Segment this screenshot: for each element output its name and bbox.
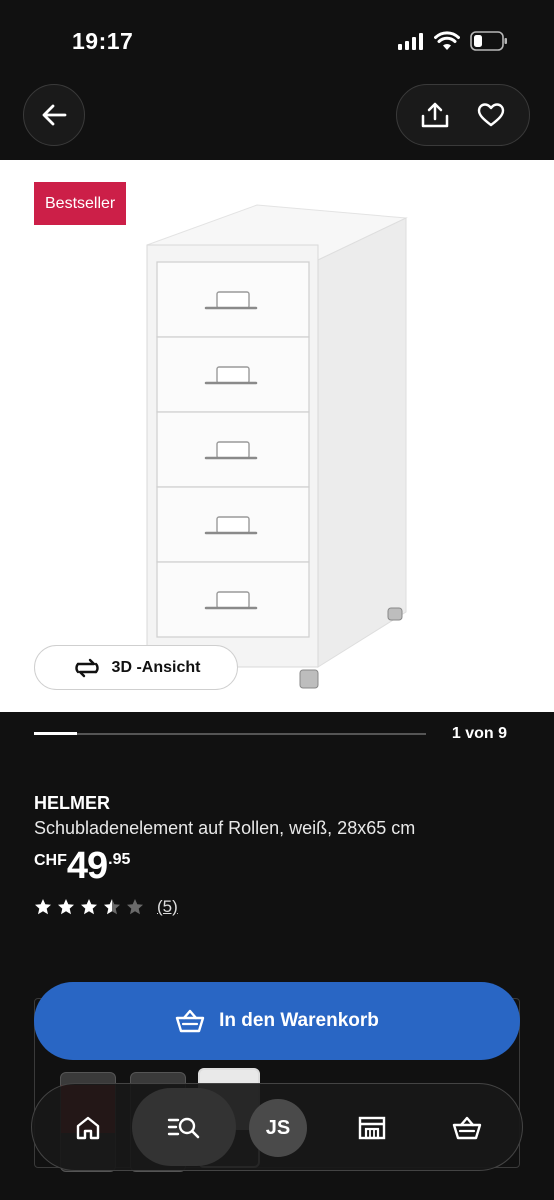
- nav-home[interactable]: [58, 1098, 118, 1158]
- header-actions: [396, 84, 530, 146]
- star-icon: [104, 899, 120, 915]
- rotate-3d-icon: [74, 658, 99, 677]
- nav-profile-avatar[interactable]: JS: [249, 1099, 307, 1157]
- carousel-progress: [34, 732, 426, 735]
- rating-stars: [34, 898, 144, 916]
- wifi-icon: [434, 31, 460, 50]
- wishlist-button[interactable]: [469, 93, 513, 137]
- product-price: CHF 49 .95: [34, 846, 130, 886]
- carousel-counter: 1 von 9: [451, 725, 507, 742]
- product-name: HELMER: [34, 793, 110, 813]
- price-decimal: .95: [108, 851, 131, 868]
- view-3d-label: 3D -Ansicht: [111, 658, 201, 676]
- bestseller-badge: Bestseller: [34, 182, 127, 225]
- price-currency: CHF: [34, 852, 67, 869]
- product-description: Schubladenelement auf Rollen, weiß, 28x6…: [34, 818, 416, 838]
- star-icon: [35, 899, 51, 915]
- rating-count-link[interactable]: (5): [157, 897, 178, 917]
- product-image: [146, 204, 408, 689]
- back-button[interactable]: [23, 84, 85, 146]
- star-icon: [58, 899, 74, 915]
- home-icon: [76, 1116, 100, 1140]
- nav-search[interactable]: [154, 1098, 214, 1158]
- basket-icon: [452, 1116, 482, 1140]
- share-icon: [421, 102, 449, 128]
- store-icon: [358, 1116, 386, 1140]
- product-rating[interactable]: (5): [34, 897, 178, 917]
- arrow-left-icon: [42, 104, 67, 126]
- star-icon: [127, 899, 143, 915]
- price-integer: 49: [66, 845, 108, 887]
- heart-icon: [477, 103, 505, 127]
- view-3d-button[interactable]: 3D -Ansicht: [34, 645, 238, 690]
- basket-icon: [175, 1009, 205, 1033]
- star-icon: [81, 899, 97, 915]
- cellular-signal-icon: [398, 33, 423, 50]
- carousel-progress-fill: [34, 732, 78, 735]
- product-image-gallery[interactable]: Bestseller 3D -Ansicht: [0, 160, 554, 712]
- nav-basket[interactable]: [437, 1098, 497, 1158]
- status-bar: 19:17: [0, 0, 554, 80]
- add-to-cart-label: In den Warenkorb: [219, 1010, 379, 1031]
- status-icons: [398, 31, 508, 51]
- bottom-navigation: JS: [31, 1083, 523, 1171]
- search-icon: [167, 1117, 200, 1139]
- status-time: 19:17: [72, 28, 134, 54]
- battery-icon: [470, 31, 507, 51]
- nav-store[interactable]: [342, 1098, 402, 1158]
- add-to-cart-button[interactable]: In den Warenkorb: [34, 982, 520, 1060]
- share-button[interactable]: [413, 93, 457, 137]
